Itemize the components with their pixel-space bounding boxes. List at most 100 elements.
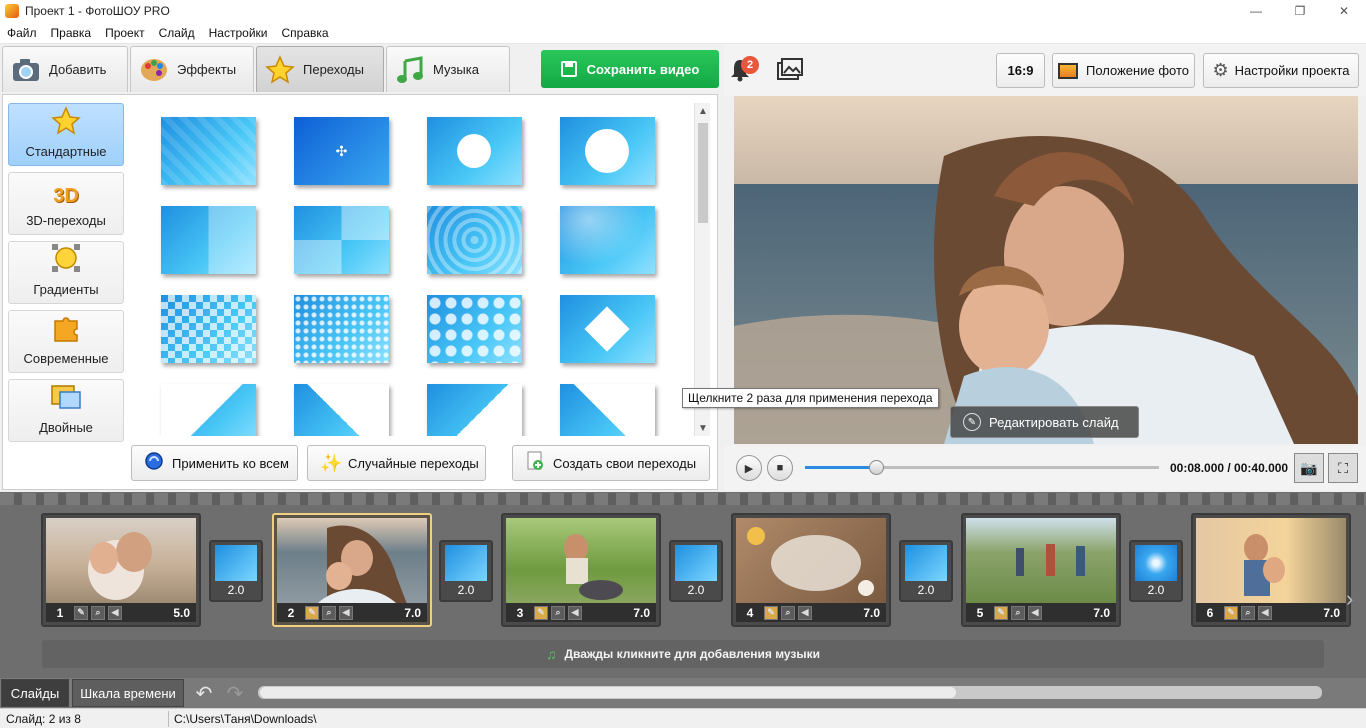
transitions-grid: ✣ [131,103,694,436]
tab-music[interactable]: Музыка [386,46,510,92]
category-3d[interactable]: 3D 3D-переходы [8,172,124,235]
pencil-icon[interactable]: ✎ [534,605,548,620]
speaker-icon[interactable]: ◀ [1028,605,1042,620]
zoom-icon[interactable]: ⌕ [91,605,105,620]
transition-thumb[interactable] [294,295,389,363]
pencil-icon[interactable]: ✎ [994,605,1008,620]
slide-card[interactable]: 3 ✎ ⌕ ◀ 7.0 [501,513,661,627]
seek-handle[interactable] [868,460,884,475]
transition-thumb[interactable] [427,206,522,274]
transition-thumb[interactable] [560,295,655,363]
category-modern[interactable]: Современные [8,310,124,373]
tab-add[interactable]: Добавить [2,46,128,92]
category-double[interactable]: Двойные [8,379,124,442]
category-gradients[interactable]: Градиенты [8,241,124,304]
transition-thumb[interactable] [294,384,389,436]
slide-card[interactable]: 1 ✎ ⌕ ◀ 5.0 [41,513,201,627]
transition-thumb[interactable] [427,117,522,185]
gallery-icon[interactable] [776,58,804,82]
transition-thumb[interactable] [560,384,655,436]
project-settings-button[interactable]: ⚙ Настройки проекта [1203,53,1359,88]
transition-slot[interactable]: 2.0 [439,540,493,602]
speaker-icon[interactable]: ◀ [568,605,582,620]
minimize-button[interactable]: — [1234,0,1278,22]
transition-thumb[interactable] [560,117,655,185]
snapshot-button[interactable]: 📷 [1294,453,1324,483]
zoom-icon[interactable]: ⌕ [1241,605,1255,620]
menu-bar: Файл Правка Проект Слайд Настройки Справ… [0,22,1366,44]
transition-thumb[interactable] [161,384,256,436]
slide-card[interactable]: 4 ✎ ⌕ ◀ 7.0 [731,513,891,627]
transitions-scrollbar[interactable]: ▲ ▼ [694,103,710,436]
transition-thumb[interactable] [161,117,256,185]
add-icon [525,451,545,476]
photo-position-button[interactable]: Положение фото [1052,53,1195,88]
menu-settings[interactable]: Настройки [202,26,275,40]
transition-thumb[interactable] [427,295,522,363]
slide-duration: 7.0 [1323,605,1340,620]
timeline-scrollbar-thumb[interactable] [260,687,956,698]
transition-slot[interactable]: 2.0 [669,540,723,602]
redo-icon[interactable]: ↷ [222,682,248,705]
pencil-icon[interactable]: ✎ [1224,605,1238,620]
slide-thumbnail [506,518,656,604]
tab-effects[interactable]: Эффекты [130,46,254,92]
zoom-icon[interactable]: ⌕ [1011,605,1025,620]
menu-slide[interactable]: Слайд [152,26,202,40]
fullscreen-button[interactable]: ⛶ [1328,453,1358,483]
menu-project[interactable]: Проект [98,26,152,40]
pencil-icon[interactable]: ✎ [305,605,319,620]
apply-to-all-button[interactable]: Применить ко всем [131,445,298,481]
menu-edit[interactable]: Правка [44,26,99,40]
speaker-icon[interactable]: ◀ [798,605,812,620]
menu-help[interactable]: Справка [274,26,335,40]
pencil-icon[interactable]: ✎ [74,605,88,620]
slide-card[interactable]: 6 ✎ ⌕ ◀ 7.0 [1191,513,1351,627]
music-track[interactable]: ♫ Дважды кликните для добавления музыки [42,640,1324,668]
scroll-up-icon[interactable]: ▲ [695,103,711,119]
tab-slides[interactable]: Слайды [1,679,69,707]
transition-thumb[interactable] [294,206,389,274]
transition-slot[interactable]: 2.0 [899,540,953,602]
chevron-right-icon[interactable]: › [1346,586,1353,612]
camera-icon [11,55,41,85]
transition-thumb[interactable] [161,206,256,274]
create-transitions-button[interactable]: Создать свои переходы [512,445,710,481]
edit-slide-button[interactable]: ✎ Редактировать слайд [950,406,1139,438]
tab-transitions[interactable]: Переходы [256,46,384,92]
transition-thumb[interactable] [560,206,655,274]
stop-button[interactable]: ■ [767,455,793,481]
slide-number: 2 [287,605,295,620]
transition-duration: 2.0 [687,583,705,597]
transition-thumb[interactable]: ✣ [294,117,389,185]
undo-icon[interactable]: ↶ [191,682,217,705]
scroll-down-icon[interactable]: ▼ [695,420,711,436]
transition-thumb[interactable] [427,384,522,436]
slide-card-selected[interactable]: 2 ✎ ⌕ ◀ 7.0 [272,513,432,627]
aspect-ratio-button[interactable]: 16:9 [996,53,1045,88]
scrollbar-thumb[interactable] [698,123,708,223]
menu-file[interactable]: Файл [0,26,44,40]
transition-thumbnail [905,545,947,581]
close-button[interactable]: ✕ [1322,0,1366,22]
category-standard[interactable]: Стандартные [8,103,124,166]
random-transitions-button[interactable]: ✨ Случайные переходы [307,445,486,481]
slide-card[interactable]: 5 ✎ ⌕ ◀ 7.0 [961,513,1121,627]
speaker-icon[interactable]: ◀ [108,605,122,620]
pencil-icon[interactable]: ✎ [764,605,778,620]
transition-slot[interactable]: 2.0 [209,540,263,602]
transition-thumb[interactable] [161,295,256,363]
transition-slot[interactable]: 2.0 [1129,540,1183,602]
transition-duration: 2.0 [227,583,245,597]
zoom-icon[interactable]: ⌕ [551,605,565,620]
zoom-icon[interactable]: ⌕ [781,605,795,620]
speaker-icon[interactable]: ◀ [339,605,353,620]
play-button[interactable]: ▶ [736,455,762,481]
zoom-icon[interactable]: ⌕ [322,605,336,620]
speaker-icon[interactable]: ◀ [1258,605,1272,620]
transition-duration: 2.0 [457,583,475,597]
category-label: Двойные [39,420,93,435]
maximize-button[interactable]: ❐ [1278,0,1322,22]
tab-timeline[interactable]: Шкала времени [72,679,184,707]
save-video-button[interactable]: Сохранить видео [541,50,719,88]
